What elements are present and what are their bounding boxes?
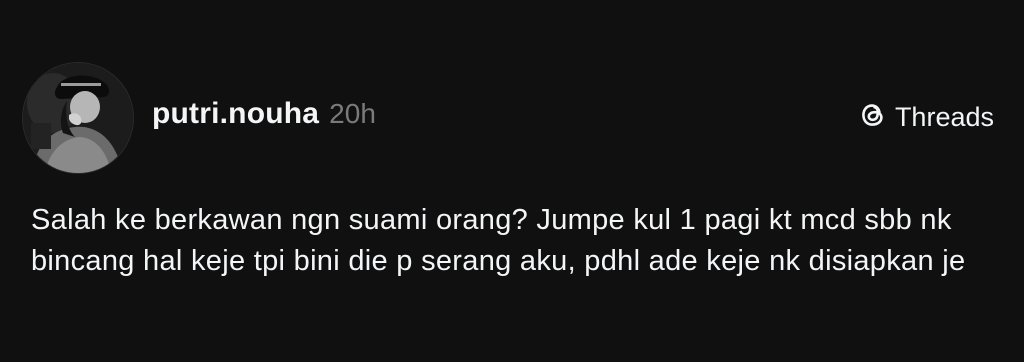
username[interactable]: putri.nouha <box>152 97 319 131</box>
avatar[interactable] <box>23 63 133 173</box>
threads-post-card: putri.nouha 20h Threads Salah ke berkawa… <box>0 0 1024 362</box>
profile-photo <box>23 63 133 173</box>
threads-brand[interactable]: Threads <box>859 100 994 135</box>
threads-logo-icon <box>859 100 887 135</box>
threads-brand-label: Threads <box>894 102 994 132</box>
post-timestamp[interactable]: 20h <box>329 98 376 130</box>
post-body-text: Salah ke berkawan ngn suami orang? Jumpe… <box>31 204 966 277</box>
post-header: putri.nouha 20h <box>152 97 376 131</box>
